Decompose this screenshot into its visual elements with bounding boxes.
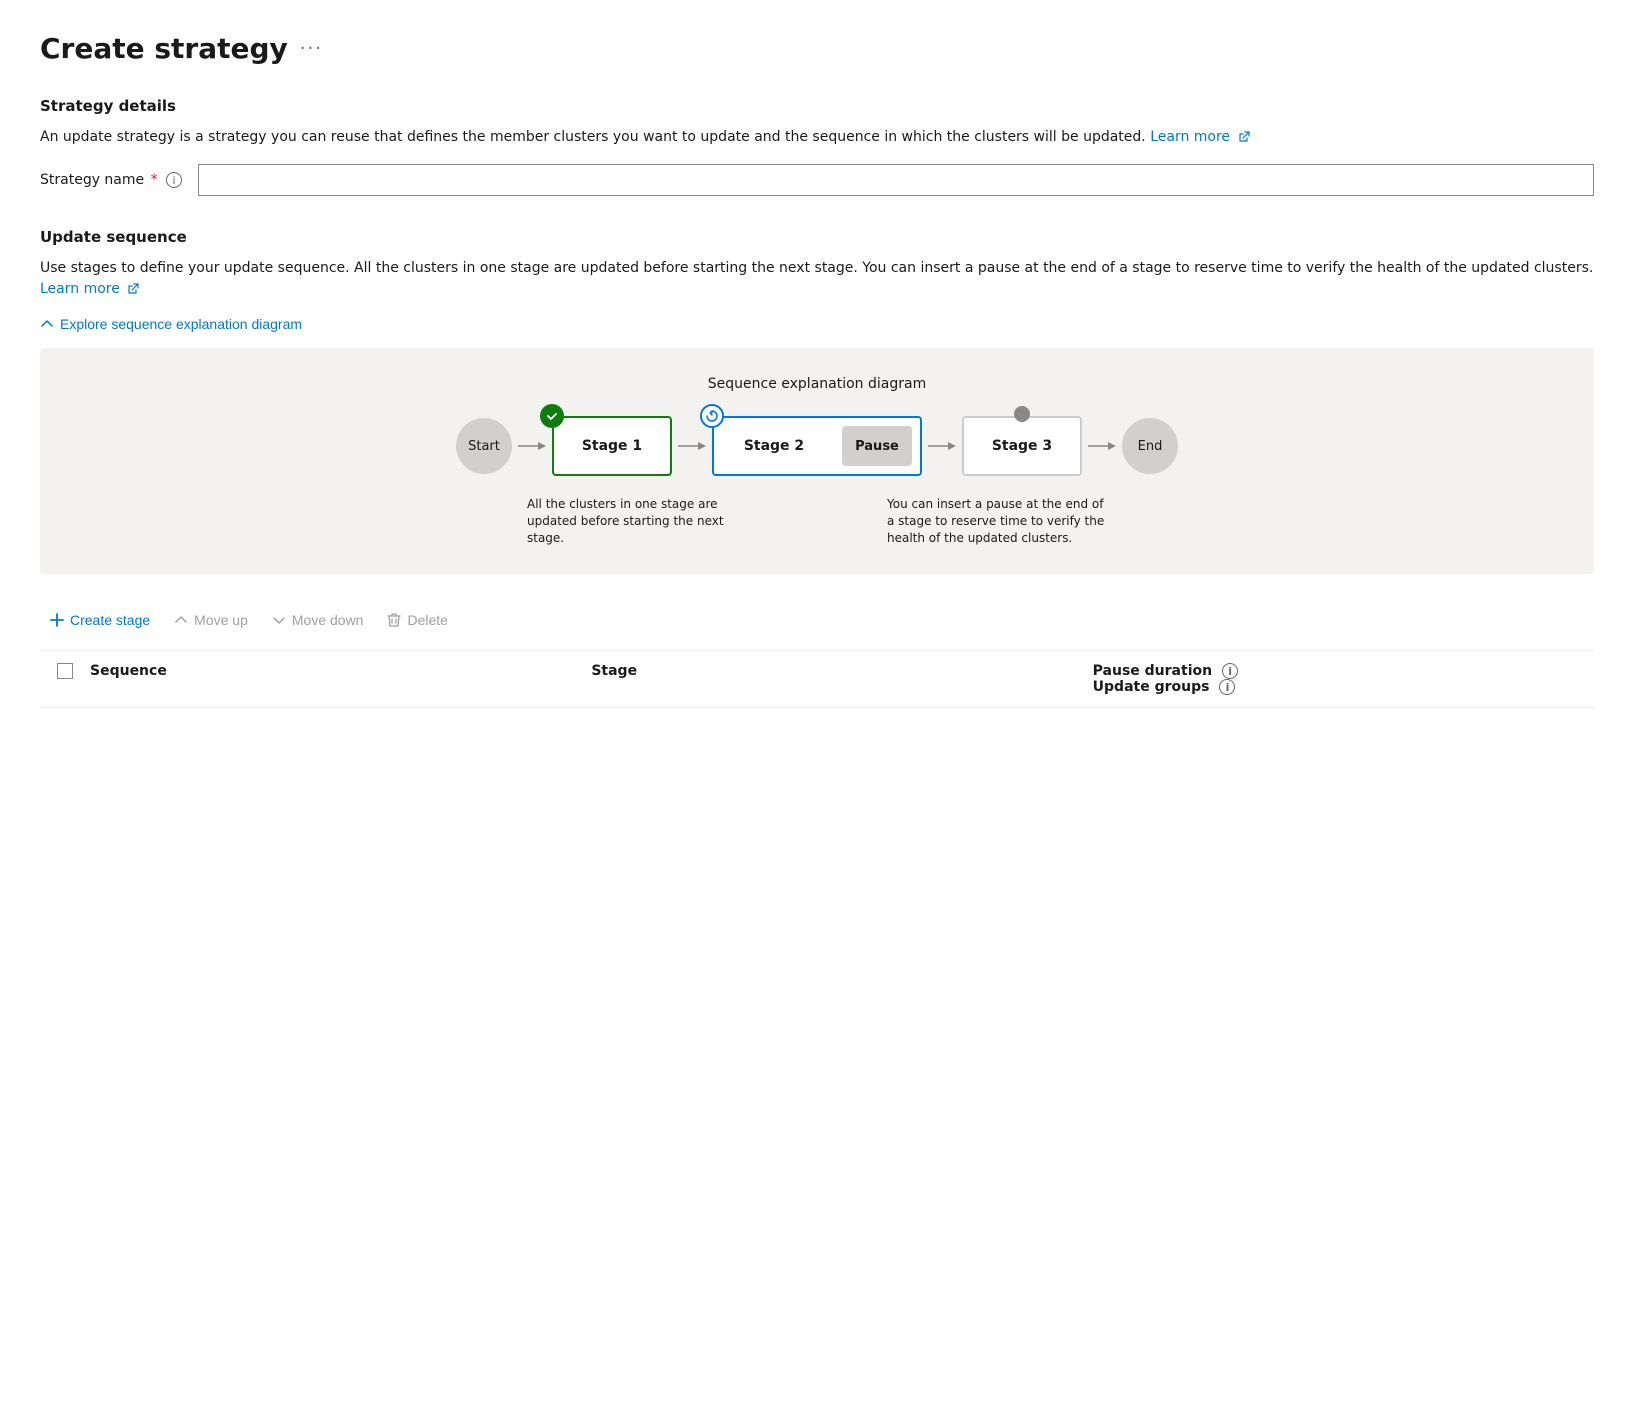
- end-node: End: [1122, 418, 1178, 474]
- delete-icon: [387, 612, 401, 628]
- table-header: Sequence Stage Pause duration i Update g…: [40, 651, 1594, 708]
- stage2-group: Stage 2 Pause: [712, 416, 922, 476]
- table-header-pause-duration: Pause duration i: [1093, 663, 1594, 679]
- sequence-diagram-container: Sequence explanation diagram Start: [40, 348, 1594, 574]
- stage1-box: Stage 1: [552, 416, 672, 476]
- stage3-box: Stage 3: [962, 416, 1082, 476]
- stage1-badge: [540, 404, 564, 428]
- move-down-icon: [272, 613, 286, 627]
- required-indicator: *: [151, 172, 158, 188]
- refresh-icon: [705, 409, 719, 423]
- move-up-button[interactable]: Move up: [164, 606, 258, 634]
- diagram-label-2: You can insert a pause at the end of a s…: [887, 496, 1107, 546]
- move-up-icon: [174, 613, 188, 627]
- arrow-2: [672, 438, 712, 454]
- page-title: Create strategy: [40, 32, 288, 65]
- update-groups-info-icon[interactable]: i: [1219, 679, 1235, 695]
- table-header-update-groups: Update groups i: [1093, 679, 1594, 695]
- stage1-wrapper: Stage 1: [552, 416, 672, 476]
- pause-box: Pause: [842, 426, 912, 466]
- strategy-learn-more-link[interactable]: Learn more: [1150, 129, 1249, 145]
- strategy-name-info-icon[interactable]: i: [166, 172, 182, 188]
- strategy-name-row: Strategy name * i: [40, 164, 1594, 196]
- start-node: Start: [456, 418, 512, 474]
- plus-icon: [50, 613, 64, 627]
- chevron-up-icon: [40, 317, 54, 331]
- arrow-4: [1082, 438, 1122, 454]
- diagram-title: Sequence explanation diagram: [80, 376, 1554, 392]
- delete-button[interactable]: Delete: [377, 606, 457, 634]
- strategy-details-description: An update strategy is a strategy you can…: [40, 127, 1594, 148]
- arrow-1: [512, 438, 552, 454]
- strategy-name-label: Strategy name * i: [40, 172, 182, 189]
- diagram-label-1: All the clusters in one stage are update…: [527, 496, 727, 546]
- pause-duration-info-icon[interactable]: i: [1222, 663, 1238, 679]
- strategy-name-input[interactable]: [198, 164, 1594, 196]
- strategy-details-section: Strategy details An update strategy is a…: [40, 97, 1594, 196]
- diagram-flow: Start Stage 1: [80, 416, 1554, 476]
- table-header-sequence: Sequence: [90, 663, 591, 679]
- sequence-learn-more-link[interactable]: Learn more: [40, 281, 139, 297]
- stage2-label: Stage 2: [714, 418, 834, 474]
- arrow-3: [922, 438, 962, 454]
- checkmark-icon: [546, 410, 558, 422]
- more-options-icon[interactable]: ···: [300, 38, 323, 59]
- create-stage-button[interactable]: Create stage: [40, 606, 160, 634]
- update-sequence-title: Update sequence: [40, 228, 1594, 246]
- update-sequence-section: Update sequence Use stages to define you…: [40, 228, 1594, 708]
- table-header-checkbox-cell: [40, 663, 90, 679]
- stage2-badge: [700, 404, 724, 428]
- table-select-all-checkbox[interactable]: [57, 663, 73, 679]
- external-link-icon: [1238, 131, 1250, 143]
- update-sequence-description: Use stages to define your update sequenc…: [40, 258, 1594, 300]
- stage3-wrapper: Stage 3: [962, 416, 1082, 476]
- stage2-wrapper: Stage 2 Pause: [712, 416, 922, 476]
- external-link-icon-2: [127, 283, 139, 295]
- strategy-details-title: Strategy details: [40, 97, 1594, 115]
- move-down-button[interactable]: Move down: [262, 606, 374, 634]
- sequence-toolbar: Create stage Move up Move down Delete: [40, 606, 1594, 651]
- table-header-stage: Stage: [591, 663, 1092, 679]
- explore-sequence-toggle[interactable]: Explore sequence explanation diagram: [40, 316, 302, 332]
- stage3-badge: [1014, 406, 1030, 422]
